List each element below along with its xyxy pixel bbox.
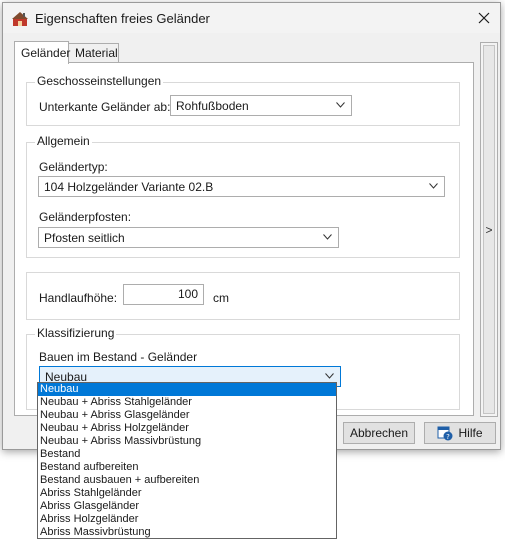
chevron-right-icon: > bbox=[485, 222, 493, 237]
tab-material-label: Material bbox=[75, 46, 118, 60]
list-item[interactable]: Bestand bbox=[38, 448, 336, 461]
chevron-down-icon bbox=[323, 234, 332, 240]
bauen-im-bestand-label: Bauen im Bestand - Geländer bbox=[39, 350, 198, 364]
title-bar[interactable]: Eigenschaften freies Geländer bbox=[3, 3, 500, 33]
window-title: Eigenschaften freies Geländer bbox=[35, 11, 210, 26]
group-allgemein: Allgemein Geländertyp: 104 Holzgeländer … bbox=[26, 134, 460, 258]
list-item[interactable]: Abriss Glasgeländer bbox=[38, 500, 336, 513]
close-icon bbox=[478, 12, 490, 24]
cancel-button-label: Abbrechen bbox=[349, 426, 409, 440]
side-panel: > bbox=[480, 42, 498, 417]
gelaendertyp-label: Geländertyp: bbox=[39, 160, 108, 174]
gelaenderpfosten-value: Pfosten seitlich bbox=[44, 231, 125, 245]
list-item[interactable]: Neubau + Abriss Glasgeländer bbox=[38, 409, 336, 422]
klassifizierung-dropdown-list: Neubau Neubau + Abriss Stahlgeländer Neu… bbox=[37, 382, 337, 539]
list-item[interactable]: Abriss Stahlgeländer bbox=[38, 487, 336, 500]
list-item[interactable]: Neubau + Abriss Massivbrüstung bbox=[38, 435, 336, 448]
chevron-down-icon bbox=[336, 102, 345, 108]
close-button[interactable] bbox=[472, 6, 496, 30]
app-icon bbox=[12, 12, 28, 26]
cancel-button[interactable]: Abbrechen bbox=[343, 422, 415, 444]
list-item[interactable]: Neubau bbox=[38, 383, 336, 396]
tab-gelaender[interactable]: Geländer bbox=[14, 41, 71, 64]
group-allgemein-label: Allgemein bbox=[35, 134, 92, 148]
list-item[interactable]: Neubau + Abriss Holzgeländer bbox=[38, 422, 336, 435]
list-item[interactable]: Abriss Massivbrüstung bbox=[38, 526, 336, 539]
gelaenderpfosten-label: Geländerpfosten: bbox=[39, 210, 132, 224]
tab-material[interactable]: Material bbox=[68, 43, 119, 63]
list-item[interactable]: Abriss Holzgeländer bbox=[38, 513, 336, 526]
handlaufhoehe-input[interactable]: 100 bbox=[123, 284, 204, 305]
group-handlauf: Handlaufhöhe: 100 cm bbox=[26, 272, 460, 320]
tab-gelaender-label: Geländer bbox=[21, 46, 71, 60]
group-geschosseinstellungen: Geschosseinstellungen Unterkante Gelände… bbox=[26, 74, 460, 126]
gelaendertyp-select[interactable]: 104 Holzgeländer Variante 02.B bbox=[38, 176, 445, 197]
handlaufhoehe-unit: cm bbox=[213, 291, 229, 305]
chevron-down-icon bbox=[325, 373, 334, 379]
list-item[interactable]: Bestand ausbauen + aufbereiten bbox=[38, 474, 336, 487]
help-icon: ? bbox=[437, 426, 453, 441]
list-item[interactable]: Bestand aufbereiten bbox=[38, 461, 336, 474]
help-button-label: Hilfe bbox=[458, 426, 483, 440]
handlaufhoehe-label: Handlaufhöhe: bbox=[39, 291, 118, 305]
unterkante-select[interactable]: Rohfußboden bbox=[170, 95, 352, 116]
help-button[interactable]: ? Hilfe bbox=[424, 422, 496, 444]
unterkante-value: Rohfußboden bbox=[176, 99, 249, 113]
chevron-down-icon bbox=[429, 183, 438, 189]
group-klassifizierung-label: Klassifizierung bbox=[35, 326, 117, 340]
svg-text:?: ? bbox=[447, 433, 451, 441]
gelaendertyp-value: 104 Holzgeländer Variante 02.B bbox=[44, 180, 214, 194]
group-geschosseinstellungen-label: Geschosseinstellungen bbox=[35, 74, 164, 88]
unterkante-label: Unterkante Geländer ab: bbox=[39, 100, 171, 114]
expand-panel-button[interactable]: > bbox=[483, 45, 495, 414]
gelaenderpfosten-select[interactable]: Pfosten seitlich bbox=[38, 227, 339, 248]
tab-panel-gelaender: Geschosseinstellungen Unterkante Gelände… bbox=[14, 62, 474, 416]
list-item[interactable]: Neubau + Abriss Stahlgeländer bbox=[38, 396, 336, 409]
